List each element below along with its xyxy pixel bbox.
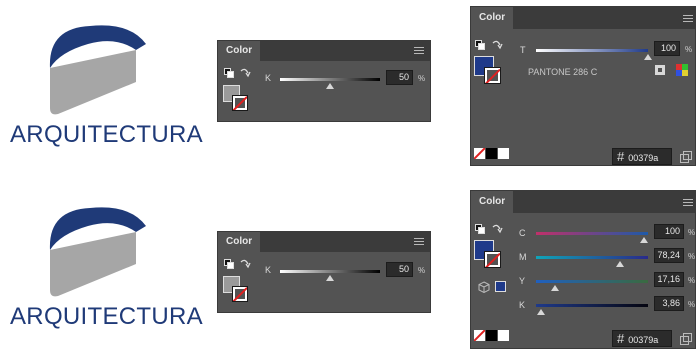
k-value-field[interactable]: 3,86 — [654, 296, 684, 311]
default-fill-stroke-icon[interactable] — [475, 224, 485, 234]
k-unit: % — [688, 300, 696, 309]
tab-color[interactable]: Color — [218, 41, 261, 61]
channel-label-k: K — [265, 265, 272, 275]
panel-menu-icon[interactable] — [683, 199, 693, 208]
black-swatch[interactable] — [486, 148, 497, 159]
panel-menu-icon[interactable] — [414, 47, 424, 56]
m-slider-track[interactable] — [536, 256, 648, 259]
swap-fill-stroke-icon[interactable] — [239, 67, 251, 79]
tint-slider-thumb[interactable] — [644, 54, 652, 60]
swap-fill-stroke-icon[interactable] — [491, 223, 503, 235]
m-value-field[interactable]: 78,24 — [654, 248, 684, 263]
c-slider-thumb[interactable] — [640, 237, 648, 243]
c-slider-track[interactable] — [536, 232, 648, 235]
black-swatch[interactable] — [486, 330, 497, 341]
tint-unit: % — [685, 45, 693, 54]
channel-label-y: Y — [519, 276, 526, 286]
tint-value-field[interactable]: 100 — [654, 41, 680, 56]
k-slider-thumb[interactable] — [537, 309, 545, 315]
k-value-field[interactable]: 50 — [386, 70, 413, 85]
panel-tabbar: Color — [471, 7, 695, 29]
channel-label-c: C — [519, 228, 526, 238]
k-value-field[interactable]: 50 — [386, 262, 413, 277]
channel-label-k: K — [265, 73, 272, 83]
logo-top: ARQUITECTURA — [10, 18, 203, 158]
tab-color[interactable]: Color — [471, 7, 514, 29]
k-slider-track[interactable] — [280, 270, 380, 273]
k-slider-thumb[interactable] — [326, 275, 334, 281]
stroke-swatch[interactable] — [232, 286, 248, 302]
panel-menu-icon[interactable] — [683, 15, 693, 24]
out-of-gamut-icon[interactable] — [654, 64, 666, 76]
channel-label-t: T — [520, 45, 526, 55]
logo-wordmark: ARQUITECTURA — [10, 121, 203, 148]
new-swatch-icon[interactable] — [680, 333, 692, 345]
hex-value: 00379a — [628, 153, 659, 163]
stroke-swatch[interactable] — [484, 67, 501, 84]
k-slider-track[interactable] — [280, 78, 380, 81]
hex-field[interactable]: #00379a — [612, 330, 672, 347]
default-fill-stroke-icon[interactable] — [224, 68, 234, 78]
k-slider-track[interactable] — [536, 304, 648, 307]
c-unit: % — [688, 228, 696, 237]
color-panel-pantone: Color T 100 % PANTONE 286 C #00379a — [470, 6, 696, 166]
default-fill-stroke-icon[interactable] — [224, 259, 234, 269]
panel-tabbar: Color — [218, 41, 430, 61]
hex-field[interactable]: #00379a — [612, 148, 672, 165]
logo-wordmark: ARQUITECTURA — [10, 303, 203, 330]
swatch-name: PANTONE 286 C — [528, 67, 598, 77]
gamut-swatch[interactable] — [495, 281, 506, 292]
default-fill-stroke-icon[interactable] — [475, 40, 485, 50]
y-value-field[interactable]: 17,16 — [654, 272, 684, 287]
panel-menu-icon[interactable] — [414, 238, 424, 247]
swap-fill-stroke-icon[interactable] — [491, 39, 503, 51]
new-swatch-icon[interactable] — [680, 151, 692, 163]
stroke-swatch[interactable] — [484, 251, 501, 268]
logo-bottom: ARQUITECTURA — [10, 200, 203, 340]
panel-tabbar: Color — [218, 232, 430, 252]
panel-tabbar: Color — [471, 191, 695, 213]
y-slider-track[interactable] — [536, 280, 648, 283]
hash-icon: # — [617, 331, 625, 346]
logo-mark-icon — [49, 207, 147, 297]
tab-color[interactable]: Color — [471, 191, 514, 213]
tint-slider-track[interactable] — [536, 49, 648, 52]
white-swatch[interactable] — [498, 330, 509, 341]
color-panel-gray-bottom: Color K 50 % — [217, 231, 431, 313]
hex-value: 00379a — [628, 335, 659, 345]
hash-icon: # — [617, 149, 625, 164]
swap-fill-stroke-icon[interactable] — [239, 258, 251, 270]
color-mode-icon[interactable] — [676, 64, 688, 76]
k-unit: % — [418, 74, 426, 83]
y-unit: % — [688, 276, 696, 285]
out-of-gamut-cube-icon[interactable] — [478, 281, 490, 293]
white-swatch[interactable] — [498, 148, 509, 159]
channel-label-m: M — [519, 252, 527, 262]
m-unit: % — [688, 252, 696, 261]
tab-color[interactable]: Color — [218, 232, 261, 252]
none-swatch[interactable] — [474, 330, 485, 341]
y-slider-thumb[interactable] — [551, 285, 559, 291]
color-panel-cmyk: Color C 100 % M 78,24 % Y 17,16 % K 3,86… — [470, 190, 696, 349]
stroke-swatch[interactable] — [232, 95, 248, 111]
k-slider-thumb[interactable] — [326, 83, 334, 89]
k-unit: % — [418, 266, 426, 275]
channel-label-k: K — [519, 300, 526, 310]
m-slider-thumb[interactable] — [616, 261, 624, 267]
logo-mark-icon — [49, 25, 147, 115]
c-value-field[interactable]: 100 — [654, 224, 684, 239]
none-swatch[interactable] — [474, 148, 485, 159]
color-panel-gray-top: Color K 50 % — [217, 40, 431, 122]
